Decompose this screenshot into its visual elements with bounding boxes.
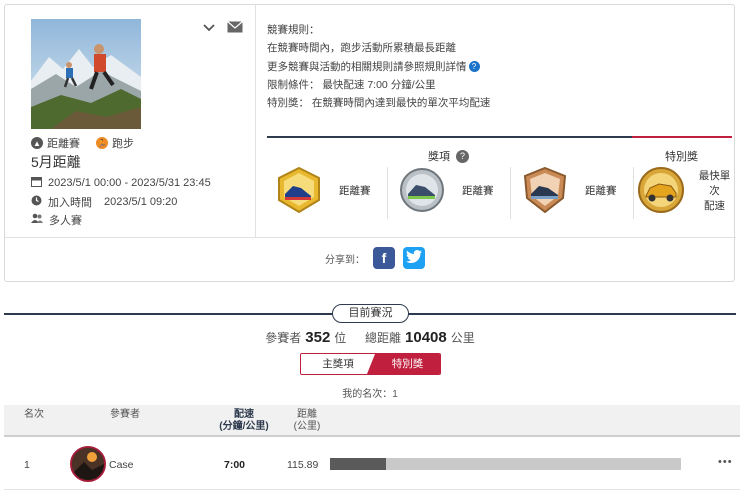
mail-icon[interactable] bbox=[227, 21, 243, 36]
event-type-label: 距離賽 bbox=[47, 138, 80, 150]
award-separator bbox=[387, 167, 388, 219]
row-participant-name[interactable]: Case bbox=[109, 459, 134, 471]
gold-shoe-badge-icon bbox=[275, 166, 323, 217]
tab-special-award[interactable]: 特別獎 bbox=[367, 354, 440, 374]
awards-divider bbox=[267, 136, 632, 138]
status-title: 目前賽況 bbox=[332, 304, 409, 323]
calendar-icon bbox=[31, 176, 42, 190]
row-pace: 7:00 bbox=[224, 459, 246, 471]
total-distance-unit: 公里 bbox=[450, 331, 475, 345]
rules-line-1: 在競賽時間內，跑步活動所累積最長距離 bbox=[267, 42, 456, 55]
share-separator bbox=[5, 237, 736, 238]
event-mode: 多人賽 bbox=[31, 212, 82, 228]
rules-limit: 限制條件： 最快配速 7:00 分鐘/公里 bbox=[267, 78, 436, 91]
twitter-bird-icon bbox=[406, 250, 422, 266]
distance-progress-fill bbox=[330, 458, 387, 470]
facebook-share-button[interactable]: f bbox=[373, 247, 395, 269]
table-row[interactable]: 1 Case 7:00 115.89 ••• bbox=[4, 440, 740, 490]
facebook-icon: f bbox=[381, 250, 387, 266]
rules-heading: 競賽規則： bbox=[267, 24, 320, 36]
leaderboard-header: 名次 參賽者 配速 (分鐘/公里) 距離 (公里) bbox=[4, 405, 740, 437]
awards-help-icon[interactable]: ? bbox=[456, 149, 469, 163]
sport-label: 跑步 bbox=[112, 138, 134, 150]
group-icon bbox=[31, 213, 43, 227]
my-rank: 我的名次：1 bbox=[342, 389, 398, 400]
event-photo bbox=[31, 19, 141, 129]
col-pace[interactable]: 配速 (分鐘/公里) bbox=[214, 409, 274, 433]
awards-heading: 獎項 ? bbox=[428, 148, 469, 164]
bronze-shoe-badge-icon bbox=[521, 166, 569, 217]
award-bronze: 距離賽 bbox=[521, 165, 617, 217]
award-special-label: 最快單次 配速 bbox=[698, 169, 731, 212]
more-options-icon[interactable]: ••• bbox=[718, 456, 733, 468]
row-distance: 115.89 bbox=[287, 459, 319, 471]
participants-count: 352 bbox=[305, 329, 331, 346]
total-distance-label: 總距離 bbox=[365, 331, 402, 345]
event-join-time: 加入時間 2023/5/1 09:20 bbox=[31, 194, 177, 210]
award-silver: 距離賽 bbox=[398, 165, 494, 217]
award-separator bbox=[510, 167, 511, 219]
award-bronze-label: 距離賽 bbox=[585, 184, 617, 197]
col-participant: 參賽者 bbox=[110, 409, 140, 420]
event-type-icon: ▲ bbox=[31, 137, 43, 149]
event-date-range: 2023/5/1 00:00 - 2023/5/31 23:45 bbox=[31, 176, 211, 190]
silver-shoe-badge-icon bbox=[398, 166, 446, 217]
rules-help-icon[interactable]: ? bbox=[468, 60, 480, 72]
special-divider bbox=[632, 136, 732, 138]
event-rules: 競賽規則： 在競賽時間內，跑步活動所累積最長距離 更多競賽與活動的相關規則請參照… bbox=[267, 21, 490, 112]
race-totals: 參賽者 352 位 總距離 10408 公里 bbox=[0, 329, 740, 346]
award-gold: 距離賽 bbox=[275, 165, 371, 217]
gold-car-badge-icon bbox=[637, 166, 685, 217]
clock-icon bbox=[31, 195, 42, 209]
running-icon: 🏃 bbox=[96, 137, 108, 149]
special-award-heading: 特別獎 bbox=[665, 151, 698, 163]
award-silver-label: 距離賽 bbox=[462, 184, 494, 197]
twitter-share-button[interactable] bbox=[403, 247, 425, 269]
total-distance-value: 10408 bbox=[405, 329, 447, 346]
distance-progress-bar bbox=[330, 458, 681, 470]
participants-label: 參賽者 bbox=[265, 331, 302, 345]
chevron-down-icon[interactable] bbox=[203, 23, 215, 35]
share-bar: 分享到： f bbox=[325, 247, 425, 269]
event-card: ▲ 距離賽 🏃 跑步 5月距離 2023/5/1 00:00 - 2023/5/… bbox=[4, 4, 736, 282]
row-rank: 1 bbox=[24, 459, 30, 471]
participants-unit: 位 bbox=[334, 331, 347, 345]
col-distance[interactable]: 距離 (公里) bbox=[290, 409, 324, 433]
award-type-toggle: 主獎項 特別獎 bbox=[300, 353, 441, 375]
event-summary: ▲ 距離賽 🏃 跑步 5月距離 2023/5/1 00:00 - 2023/5/… bbox=[5, 5, 256, 237]
tab-main-awards[interactable]: 主獎項 bbox=[301, 354, 375, 374]
rules-line-2: 更多競賽與活動的相關規則請參照規則詳情? bbox=[267, 58, 490, 76]
col-rank: 名次 bbox=[24, 409, 44, 420]
avatar[interactable] bbox=[70, 446, 106, 482]
award-special: 最快單次 配速 bbox=[637, 165, 734, 217]
event-tags: ▲ 距離賽 🏃 跑步 bbox=[31, 135, 134, 151]
award-gold-label: 距離賽 bbox=[339, 184, 371, 197]
award-separator bbox=[633, 167, 634, 219]
share-label: 分享到： bbox=[325, 254, 365, 266]
rules-special: 特別獎： 在競賽時間內達到最快的單次平均配速 bbox=[267, 97, 491, 110]
event-title: 5月距離 bbox=[31, 154, 81, 170]
